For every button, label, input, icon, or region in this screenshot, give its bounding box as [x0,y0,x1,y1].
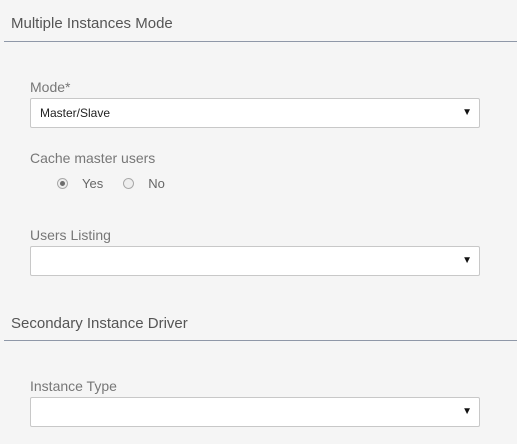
radio-label-no: No [148,175,165,191]
dropdown-arrow-icon: ▼ [462,107,472,118]
radio-option-yes[interactable]: Yes [57,176,103,191]
section-title-secondary-driver: Secondary Instance Driver [11,315,188,332]
cache-master-users-label: Cache master users [30,150,156,166]
users-listing-select[interactable]: ▼ [30,246,480,276]
radio-button-yes[interactable] [57,177,68,189]
radio-label-yes: Yes [82,175,104,191]
instance-type-label: Instance Type [30,378,117,394]
section-title-multiple-instances: Multiple Instances Mode [11,15,173,32]
mode-select[interactable]: Master/Slave ▼ [30,98,480,128]
section-divider [4,41,517,42]
mode-select-value: Master/Slave [40,106,111,120]
instance-type-select[interactable]: ▼ [30,397,480,427]
cache-master-users-radio-group: Yes No [57,173,185,193]
multiple-instances-section-header: Multiple Instances Mode [0,14,517,44]
users-listing-label: Users Listing [30,227,111,243]
dropdown-arrow-icon: ▼ [462,406,472,417]
mode-label: Mode* [30,79,71,95]
radio-button-no[interactable] [123,177,135,189]
radio-option-no[interactable]: No [123,176,165,191]
dropdown-arrow-icon: ▼ [462,255,472,266]
section-divider [4,340,517,341]
settings-page: Multiple Instances Mode Mode* Master/Sla… [0,0,517,444]
